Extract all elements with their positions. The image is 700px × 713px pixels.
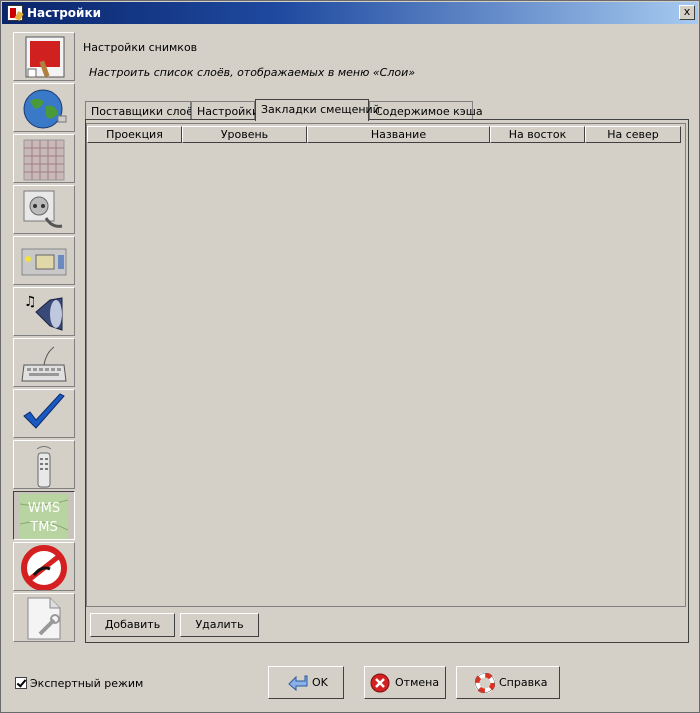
add-button[interactable]: Добавить xyxy=(90,613,175,637)
tab-cache-contents[interactable]: Содержимое кэша xyxy=(369,101,483,120)
app-icon xyxy=(7,5,24,21)
grid-map-icon xyxy=(23,139,65,181)
sidebar-item-map[interactable] xyxy=(13,83,75,132)
expert-mode-label: Экспертный режим xyxy=(30,677,144,690)
svg-text:♫: ♫ xyxy=(24,294,37,310)
remove-button[interactable]: Удалить xyxy=(180,613,259,637)
lifebuoy-icon xyxy=(475,673,495,693)
cancel-label: Отмена xyxy=(395,676,440,689)
tab-settings[interactable]: Настройки xyxy=(191,101,259,120)
sidebar-item-connection[interactable] xyxy=(13,185,75,234)
sidebar-item-remote-control[interactable] xyxy=(13,440,75,489)
folder-icon xyxy=(21,248,67,276)
help-button[interactable]: Справка xyxy=(456,666,560,699)
arrow-icon xyxy=(288,675,308,692)
ok-label: OK xyxy=(312,676,328,689)
sidebar-item-imagery[interactable] xyxy=(13,134,75,183)
column-header-projection[interactable]: Проекция xyxy=(87,126,182,143)
checkmark-icon xyxy=(23,393,65,429)
column-header-east[interactable]: На восток xyxy=(490,126,585,143)
column-header-zoom[interactable]: Уровень xyxy=(182,126,307,143)
sidebar-item-keyboard[interactable] xyxy=(13,338,75,387)
remote-control-icon xyxy=(36,446,52,488)
sidebar-item-wms-tms[interactable]: WMS TMS xyxy=(13,491,75,540)
no-entry-icon xyxy=(21,545,67,590)
keyboard-icon xyxy=(21,346,67,382)
document-wrench-icon xyxy=(27,597,61,640)
tab-offset-bookmarks[interactable]: Закладки смещений xyxy=(255,99,380,121)
offset-bookmarks-table[interactable]: Проекция Уровень Название На восток На с… xyxy=(86,123,686,607)
sidebar-item-files[interactable] xyxy=(13,236,75,285)
wms-tms-icon: WMS TMS xyxy=(20,494,68,539)
tab-panel: Проекция Уровень Название На восток На с… xyxy=(85,119,689,643)
title-bar[interactable]: Настройки x xyxy=(2,2,698,24)
cancel-icon xyxy=(370,673,390,693)
sidebar-item-sound[interactable]: ♫ xyxy=(13,287,75,336)
paintbrush-icon xyxy=(25,36,65,78)
tms-label: TMS xyxy=(29,520,57,535)
wms-label: WMS xyxy=(28,501,60,516)
power-plug-icon xyxy=(23,190,63,228)
sidebar-item-plugins[interactable] xyxy=(13,542,75,591)
expert-mode-checkbox[interactable] xyxy=(15,677,27,689)
globe-icon xyxy=(23,89,67,129)
sidebar-item-validator[interactable] xyxy=(13,389,75,438)
sidebar-item-advanced[interactable] xyxy=(13,593,75,642)
close-button[interactable]: x xyxy=(679,5,695,20)
column-header-north[interactable]: На север xyxy=(585,126,681,143)
page-description: Настроить список слоёв, отображаемых в м… xyxy=(89,66,416,79)
sidebar-item-appearance[interactable] xyxy=(13,32,75,81)
column-header-name[interactable]: Название xyxy=(307,126,490,143)
ok-button[interactable]: OK xyxy=(268,666,344,699)
preferences-window: Настройки x ♫ WMS TMS Настройки снимков … xyxy=(0,0,700,713)
cancel-button[interactable]: Отмена xyxy=(364,666,446,699)
help-label: Справка xyxy=(499,676,548,689)
page-title: Настройки снимков xyxy=(83,41,198,54)
window-title: Настройки xyxy=(27,6,102,20)
tab-imagery-providers[interactable]: Поставщики слоёв xyxy=(85,101,200,120)
speaker-icon: ♫ xyxy=(24,294,63,331)
close-icon: x xyxy=(683,5,691,18)
